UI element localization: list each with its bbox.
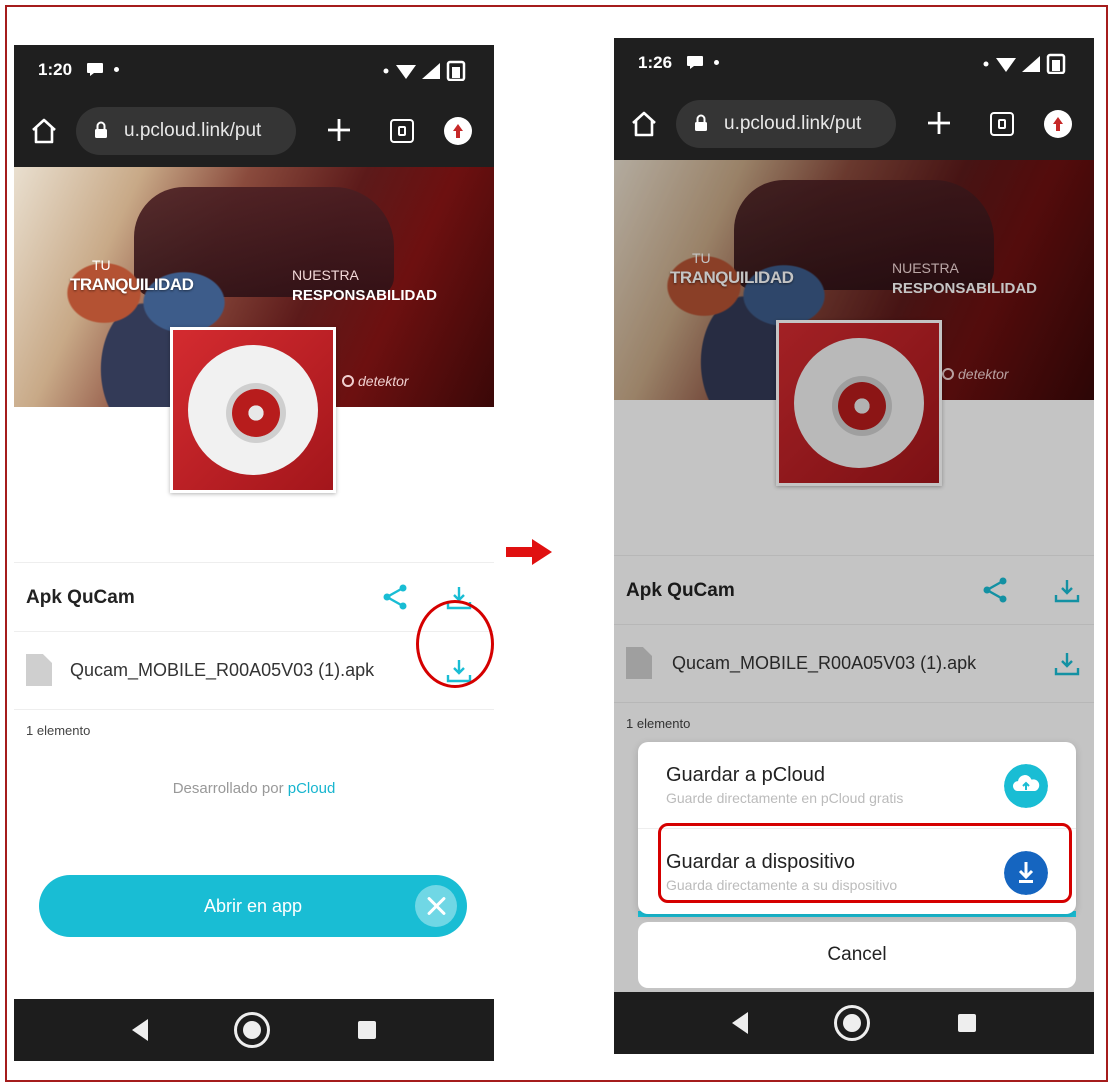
banner-line-4: RESPONSABILIDAD bbox=[292, 287, 438, 304]
message-icon bbox=[687, 56, 703, 69]
status-icons bbox=[983, 53, 1066, 74]
browser-toolbar: u.pcloud.link/put bbox=[14, 95, 494, 167]
home-icon[interactable] bbox=[30, 117, 58, 145]
recent-apps-icon[interactable] bbox=[358, 1021, 376, 1039]
powered-by: Desarrollado por pCloud bbox=[172, 780, 336, 797]
banner-line-2: TRANQUILIDAD bbox=[70, 275, 194, 294]
pcloud-link[interactable]: pCloud bbox=[288, 780, 336, 797]
app-logo bbox=[170, 327, 336, 493]
tabs-icon[interactable] bbox=[990, 112, 1014, 136]
status-bar: 1:20 bbox=[14, 45, 494, 95]
banner-brand: detektor bbox=[342, 373, 409, 389]
status-time: 1:20 bbox=[38, 60, 73, 79]
file-title: Apk QuCam bbox=[26, 587, 135, 608]
notification-dot-icon bbox=[114, 67, 119, 72]
wifi-icon bbox=[396, 65, 416, 79]
highlight-circle bbox=[416, 600, 494, 688]
item-count: 1 elemento bbox=[26, 723, 91, 738]
status-bar: 1:26 bbox=[614, 38, 1094, 88]
home-button-icon[interactable] bbox=[234, 1012, 270, 1048]
new-tab-icon[interactable] bbox=[926, 110, 952, 136]
signal-icon bbox=[422, 63, 440, 79]
android-nav-bar bbox=[14, 999, 494, 1061]
arrow-right-icon bbox=[506, 539, 552, 565]
home-icon[interactable] bbox=[630, 110, 658, 138]
update-menu-icon[interactable] bbox=[444, 117, 472, 145]
cancel-label: Cancel bbox=[827, 944, 887, 965]
option-title: Guardar a pCloud bbox=[666, 764, 825, 786]
file-name: Qucam_MOBILE_R00A05V03 (1).apk bbox=[70, 660, 375, 680]
lock-icon bbox=[95, 121, 107, 138]
banner-line-1: TU bbox=[92, 257, 111, 273]
url-text: u.pcloud.link/put bbox=[724, 113, 862, 134]
back-icon[interactable] bbox=[132, 1019, 148, 1041]
url-text: u.pcloud.link/put bbox=[124, 120, 262, 141]
android-nav-bar bbox=[614, 992, 1094, 1054]
cloud-upload-icon[interactable] bbox=[1004, 764, 1048, 808]
new-tab-icon[interactable] bbox=[326, 117, 352, 143]
back-icon[interactable] bbox=[732, 1012, 748, 1034]
file-icon bbox=[26, 654, 52, 686]
share-icon[interactable] bbox=[382, 583, 408, 611]
banner-line-3: NUESTRA bbox=[292, 267, 359, 283]
brand-logo-icon bbox=[342, 375, 354, 387]
tabs-icon[interactable] bbox=[390, 119, 414, 143]
option-subtitle: Guarde directamente en pCloud gratis bbox=[666, 790, 904, 806]
message-icon bbox=[87, 63, 103, 76]
browser-toolbar: u.pcloud.link/put bbox=[614, 88, 1094, 160]
phone-left: 1:20 u.pcloud.link/put TU TRANQUILIDAD N… bbox=[14, 45, 494, 1061]
recent-apps-icon[interactable] bbox=[958, 1014, 976, 1032]
status-icons bbox=[383, 60, 466, 81]
status-time: 1:26 bbox=[638, 53, 673, 72]
open-in-app-label: Abrir en app bbox=[203, 896, 303, 916]
cancel-button[interactable]: Cancel bbox=[638, 922, 1076, 988]
save-to-pcloud-option[interactable]: Guardar a pCloud Guarde directamente en … bbox=[638, 742, 1076, 828]
home-button-icon[interactable] bbox=[834, 1005, 870, 1041]
lock-icon bbox=[695, 114, 707, 131]
close-icon[interactable] bbox=[415, 885, 457, 927]
notification-dot-icon bbox=[714, 60, 719, 65]
open-in-app-button[interactable]: Abrir en app bbox=[39, 875, 467, 937]
address-bar[interactable]: u.pcloud.link/put bbox=[76, 107, 296, 155]
highlight-rectangle bbox=[658, 823, 1072, 903]
update-menu-icon[interactable] bbox=[1044, 110, 1072, 138]
address-bar[interactable]: u.pcloud.link/put bbox=[676, 100, 896, 148]
